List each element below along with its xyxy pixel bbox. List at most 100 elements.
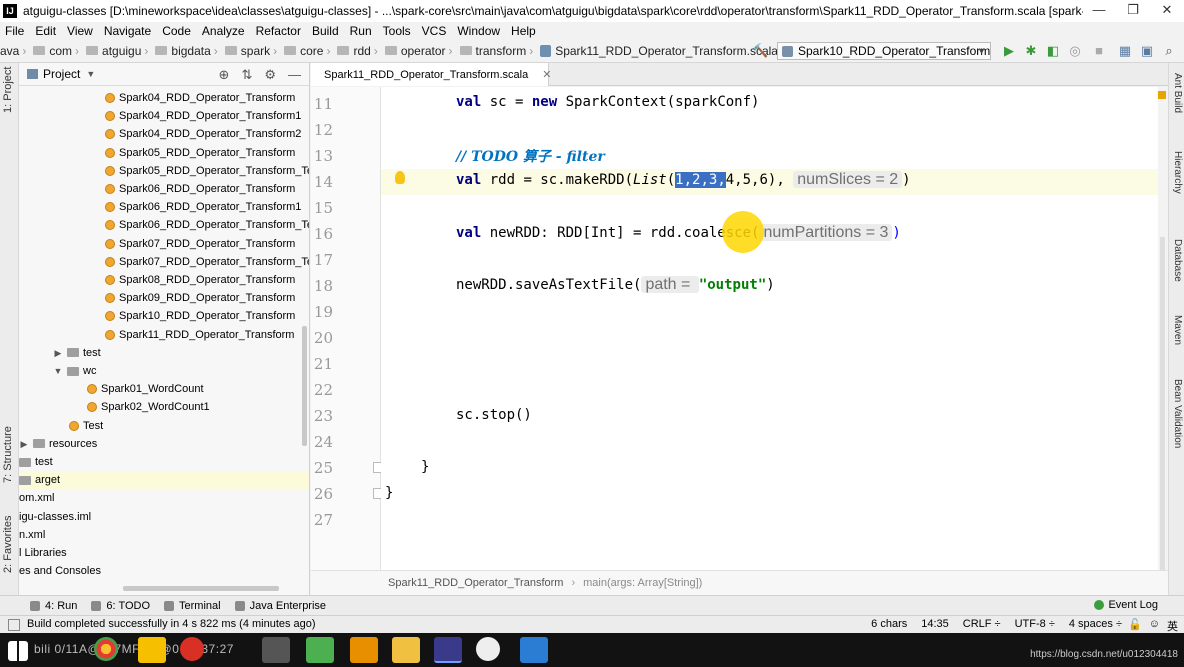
event-log-button[interactable]: Event Log [1094, 599, 1158, 611]
tree-item[interactable]: Spark01_WordCount [87, 380, 204, 398]
crumb-core[interactable]: core › [281, 44, 330, 58]
todo-tool-button[interactable]: 6: TODO [91, 600, 150, 612]
tree-item[interactable]: Spark09_RDD_Operator_Transform [105, 289, 295, 307]
crumb-transform[interactable]: transform › [457, 44, 533, 58]
crumb-atguigu[interactable]: atguigu › [83, 44, 148, 58]
windows-start-icon[interactable] [8, 641, 28, 661]
tree-item[interactable]: Spark02_WordCount1 [87, 398, 210, 416]
breadcrumb-method[interactable]: main(args: Array[String]) [583, 577, 702, 589]
tree-item[interactable]: Spark05_RDD_Operator_Transform [105, 144, 295, 162]
indent-setting[interactable]: 4 spaces ÷ [1069, 618, 1122, 630]
tree-item[interactable]: es and Consoles [19, 562, 101, 580]
editor-error-stripe[interactable] [1158, 87, 1168, 607]
crumb-com[interactable]: com › [30, 44, 79, 58]
chevron-right-icon[interactable]: ▶ [19, 435, 29, 453]
locate-icon[interactable]: ⊕ [219, 67, 230, 83]
crumb-java[interactable]: ava › [0, 44, 26, 58]
tree-item[interactable]: arget [19, 471, 309, 490]
tree-item[interactable]: Spark07_RDD_Operator_Transform_Te [105, 253, 309, 271]
tree-item[interactable]: Spark04_RDD_Operator_Transform [105, 89, 295, 107]
chevron-down-icon[interactable]: ▼ [86, 69, 95, 79]
restore-button[interactable]: ❐ [1116, 0, 1150, 22]
tree-item[interactable]: Spark06_RDD_Operator_Transform [105, 180, 295, 198]
crumb-rdd[interactable]: rdd › [334, 44, 378, 58]
maven-tool-tab[interactable]: Maven [1172, 315, 1183, 345]
app-icon-green[interactable] [306, 637, 334, 663]
breadcrumb-object[interactable]: Spark11_RDD_Operator_Transform [388, 577, 563, 589]
collapse-all-icon[interactable]: ⇅ [241, 67, 252, 83]
run-icon[interactable]: ▶ [1002, 44, 1016, 58]
tree-item[interactable]: Spark07_RDD_Operator_Transform [105, 235, 295, 253]
app-icon-blue[interactable] [520, 637, 548, 663]
tree-item[interactable]: Spark10_RDD_Operator_Transform [105, 307, 295, 325]
hide-panel-icon[interactable]: — [288, 67, 301, 83]
tree-item[interactable]: om.xml [19, 489, 54, 507]
ant-build-tool-tab[interactable]: Ant Build [1172, 73, 1183, 113]
menu-code[interactable]: Code [157, 24, 197, 38]
hierarchy-tool-tab[interactable]: Hierarchy [1172, 151, 1183, 194]
terminal-tool-button[interactable]: Terminal [164, 600, 221, 612]
ime-indicator[interactable]: 英 [1167, 618, 1178, 634]
editor-scrollbar[interactable] [1160, 237, 1165, 607]
run-configuration-select[interactable]: Spark10_RDD_Operator_Transform ▼ [777, 42, 991, 60]
bean-validation-tool-tab[interactable]: Bean Validation [1172, 379, 1183, 448]
app-icon-face[interactable] [476, 637, 500, 661]
tree-item[interactable]: Spark06_RDD_Operator_Transform_Te [105, 216, 309, 234]
toggle-tool-windows-icon[interactable] [8, 619, 20, 631]
menu-window[interactable]: Window [452, 24, 506, 38]
favorites-tool-tab[interactable]: 2: Favorites [2, 516, 14, 573]
crumb-spark[interactable]: spark › [222, 44, 277, 58]
debug-icon[interactable]: ✱ [1024, 44, 1038, 58]
lightbulb-icon[interactable] [395, 171, 405, 184]
crumb-operator[interactable]: operator › [382, 44, 453, 58]
java-enterprise-tool-button[interactable]: Java Enterprise [234, 600, 326, 612]
crumb-bigdata[interactable]: bigdata › [152, 44, 218, 58]
menu-view[interactable]: View [62, 24, 99, 38]
close-button[interactable]: ✕ [1150, 0, 1184, 22]
tree-item[interactable]: ▶ resources [19, 435, 98, 453]
project-scrollbar-horizontal[interactable] [123, 586, 279, 591]
project-tool-tab[interactable]: 1: Project [2, 67, 14, 113]
close-tab-icon[interactable]: ✕ [542, 68, 551, 81]
project-view-selector[interactable]: Project [43, 67, 80, 81]
app-icon-red[interactable] [180, 637, 204, 661]
menu-edit[interactable]: Edit [30, 24, 62, 38]
project-scrollbar-vertical[interactable] [302, 326, 307, 446]
tree-item[interactable]: Spark06_RDD_Operator_Transform1 [105, 198, 301, 216]
structure-tool-tab[interactable]: 7: Structure [2, 426, 14, 483]
build-hammer-icon[interactable]: 🔨 [752, 44, 768, 58]
menu-navigate[interactable]: Navigate [99, 24, 157, 38]
warning-marker[interactable] [1158, 91, 1166, 99]
tree-item[interactable]: Spark08_RDD_Operator_Transform [105, 271, 295, 289]
layout-icon[interactable]: ▣ [1140, 44, 1154, 58]
menu-analyze[interactable]: Analyze [197, 24, 251, 38]
chevron-right-icon[interactable]: ▶ [53, 344, 63, 362]
search-icon[interactable]: ⌕ [1162, 44, 1176, 58]
menu-file[interactable]: File [0, 24, 30, 38]
line-separator[interactable]: CRLF ÷ [963, 618, 1001, 630]
menu-help[interactable]: Help [506, 24, 542, 38]
editor-tab-active[interactable]: Spark11_RDD_Operator_Transform.scala ✕ [311, 63, 551, 86]
file-explorer-icon[interactable] [392, 637, 420, 663]
gear-icon[interactable]: ⚙ [264, 67, 276, 83]
chevron-down-icon[interactable]: ▼ [53, 362, 63, 380]
status-message[interactable]: Build completed successfully in 4 s 822 … [27, 618, 316, 630]
project-structure-icon[interactable]: ▦ [1118, 44, 1132, 58]
tree-item[interactable]: ▶ test [53, 344, 101, 362]
database-tool-tab[interactable]: Database [1172, 239, 1183, 282]
tree-item[interactable]: test [19, 453, 53, 471]
menu-refactor[interactable]: Refactor [251, 24, 307, 38]
intellij-taskbar-icon[interactable] [434, 637, 462, 663]
tree-item[interactable]: Spark04_RDD_Operator_Transform1 [105, 107, 301, 125]
tree-item[interactable]: n.xml [19, 526, 45, 544]
code-editor[interactable]: val sc = new SparkContext(sparkConf) // … [381, 87, 1158, 570]
menu-tools[interactable]: Tools [378, 24, 417, 38]
stop-icon[interactable]: ■ [1092, 44, 1106, 58]
caret-position[interactable]: 14:35 [921, 618, 949, 630]
tree-item[interactable]: Spark05_RDD_Operator_Transform_Te [105, 162, 309, 180]
app-icon-gray[interactable] [262, 637, 290, 663]
profile-icon[interactable]: ◎ [1068, 44, 1082, 58]
minimize-button[interactable]: — [1082, 0, 1116, 22]
menu-build[interactable]: Build [307, 24, 345, 38]
menu-vcs[interactable]: VCS [417, 24, 453, 38]
